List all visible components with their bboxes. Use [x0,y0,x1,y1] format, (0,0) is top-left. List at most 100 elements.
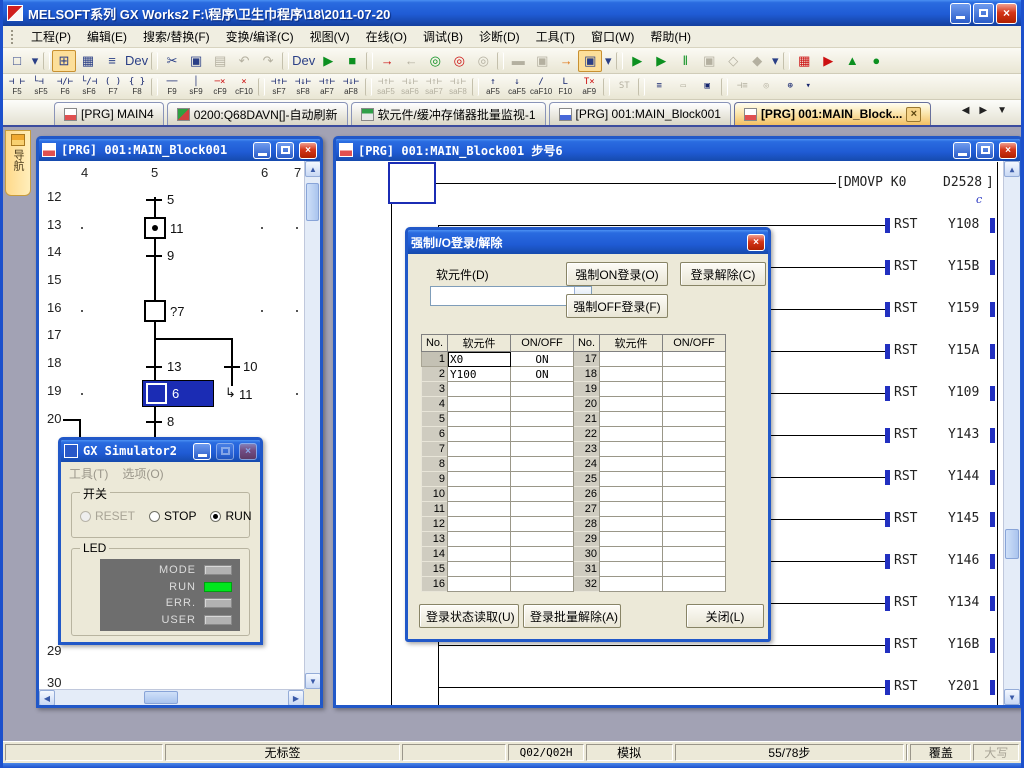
rst-device[interactable]: Y109 [948,385,979,400]
branch-line-F10[interactable]: LF10 [553,76,577,98]
debug-dropdown[interactable]: ▾ [769,50,781,72]
device-find-icon[interactable]: Dev [291,50,316,72]
device-cell[interactable] [600,457,663,472]
or-pulse-negate-saF7[interactable]: ⊣⇑⊢saF7 [422,76,446,98]
onoff-cell[interactable] [511,397,574,412]
tab-prg-main-block-active[interactable]: [PRG] 001:MAIN_Block... × [734,102,931,125]
onoff-cell[interactable] [511,442,574,457]
onoff-cell[interactable] [511,412,574,427]
device-memory-icon[interactable]: ▦ [76,50,100,72]
register-cancel-button[interactable]: 登录解除(C) [680,262,766,286]
application-instruction-F8[interactable]: { }F8 [125,76,149,98]
device-cell[interactable] [600,352,663,367]
device-cell[interactable] [600,397,663,412]
device-cell[interactable] [600,472,663,487]
device-cell[interactable] [600,412,663,427]
delete-horizontal-line-cF9[interactable]: ─×cF9 [208,76,232,98]
device-cell[interactable] [448,562,511,577]
separator[interactable] [721,78,728,96]
menu-online[interactable]: 在线(O) [358,26,415,47]
monitor-watch-icon[interactable]: ◎ [423,50,447,72]
onoff-cell[interactable] [663,487,726,502]
row-number-cell[interactable]: 28 [574,517,600,532]
device-batch-button[interactable]: ⊣≡ [730,76,754,98]
row-number-cell[interactable]: 15 [422,562,448,577]
tab-scroll-right[interactable]: ▶ [979,105,987,116]
rst-instruction[interactable]: RST [894,385,917,400]
simulator-icon[interactable]: ▦ [792,50,816,72]
delete-vertical-line-cF10[interactable]: ×cF10 [232,76,256,98]
onoff-cell[interactable]: ON [511,367,574,382]
device-cell[interactable] [600,487,663,502]
scroll-right-icon[interactable]: ▶ [288,690,304,705]
onoff-cell[interactable] [663,577,726,592]
monitor-stop-icon[interactable]: ■ [340,50,364,72]
row-number-cell[interactable]: 23 [574,442,600,457]
rst-device[interactable]: Y159 [948,301,979,316]
row-number-cell[interactable]: 25 [574,472,600,487]
statement-display-icon[interactable]: ▣ [530,50,554,72]
onoff-cell[interactable] [511,472,574,487]
onoff-cell[interactable] [511,532,574,547]
sfc-step[interactable] [144,300,166,322]
row-number-cell[interactable]: 2 [422,367,448,382]
resize-grip[interactable] [304,689,320,705]
scroll-up-icon[interactable]: ▲ [1004,161,1020,177]
row-number-cell[interactable]: 16 [422,577,448,592]
ladder-minimize-button[interactable] [953,142,971,159]
onoff-cell[interactable] [511,487,574,502]
invert-operation-caF10[interactable]: /caF10 [529,76,553,98]
undo-icon[interactable]: ↶ [232,50,256,72]
rst-instruction[interactable]: RST [894,217,917,232]
menu-help[interactable]: 帮助(H) [642,26,699,47]
ladder-window-titlebar[interactable]: [PRG] 001:MAIN_Block001 步号6 × [336,139,1020,161]
edit-note-button[interactable]: ▣ [695,76,719,98]
onoff-cell[interactable] [511,427,574,442]
ladder-rung[interactable]: RST Y201 [336,687,1003,705]
row-number-cell[interactable]: 8 [422,457,448,472]
program-list-icon[interactable]: ≡ [100,50,124,72]
device-cell[interactable] [448,517,511,532]
break-set-icon[interactable]: ◇ [721,50,745,72]
rst-device[interactable]: Y134 [948,595,979,610]
onoff-cell[interactable] [663,352,726,367]
coil-F7[interactable]: ( )F7 [101,76,125,98]
menu-project[interactable]: 工程(P) [23,26,79,47]
navigation-window-icon[interactable]: ⊞ [52,50,76,72]
step-execution-icon[interactable]: ▶ [625,50,649,72]
row-number-cell[interactable]: 26 [574,487,600,502]
monitor-mode-icon[interactable]: ▣ [578,50,602,72]
read-from-plc-icon[interactable]: ← [399,50,423,72]
sfc-restore-button[interactable] [276,142,294,159]
separator[interactable] [472,78,479,96]
device-cell[interactable] [448,472,511,487]
watch-stop-icon[interactable]: ◎ [471,50,495,72]
onoff-cell[interactable] [511,382,574,397]
jump-icon[interactable]: → [554,50,578,72]
rst-instruction[interactable]: RST [894,427,917,442]
horizontal-line-F9[interactable]: ──F9 [160,76,184,98]
pulse-negate-saF5[interactable]: ⊣↑⊢saF5 [374,76,398,98]
rst-device[interactable]: Y15B [948,259,979,274]
device-cell[interactable] [448,382,511,397]
row-number-cell[interactable]: 20 [574,397,600,412]
menu-edit[interactable]: 编辑(E) [79,26,135,47]
delete-branch-aF9[interactable]: T×aF9 [577,76,601,98]
tab-scroll-left[interactable]: ◀ [962,105,970,116]
dbw-monitor-button[interactable]: ◎ [754,76,778,98]
device-cell[interactable] [600,442,663,457]
close-button[interactable]: × [996,3,1017,24]
row-number-cell[interactable]: 22 [574,427,600,442]
rst-device[interactable]: Y16B [948,637,979,652]
device-cell[interactable] [600,517,663,532]
device-cell[interactable] [448,487,511,502]
write-to-plc-icon[interactable]: → [375,50,399,72]
device-cell[interactable] [600,532,663,547]
row-number-cell[interactable]: 19 [574,382,600,397]
separator[interactable] [151,78,158,96]
onoff-cell[interactable] [663,367,726,382]
row-number-cell[interactable]: 27 [574,502,600,517]
separator[interactable] [497,52,504,70]
menu-debug[interactable]: 调试(B) [415,26,471,47]
radio-run[interactable]: RUN [210,509,251,523]
